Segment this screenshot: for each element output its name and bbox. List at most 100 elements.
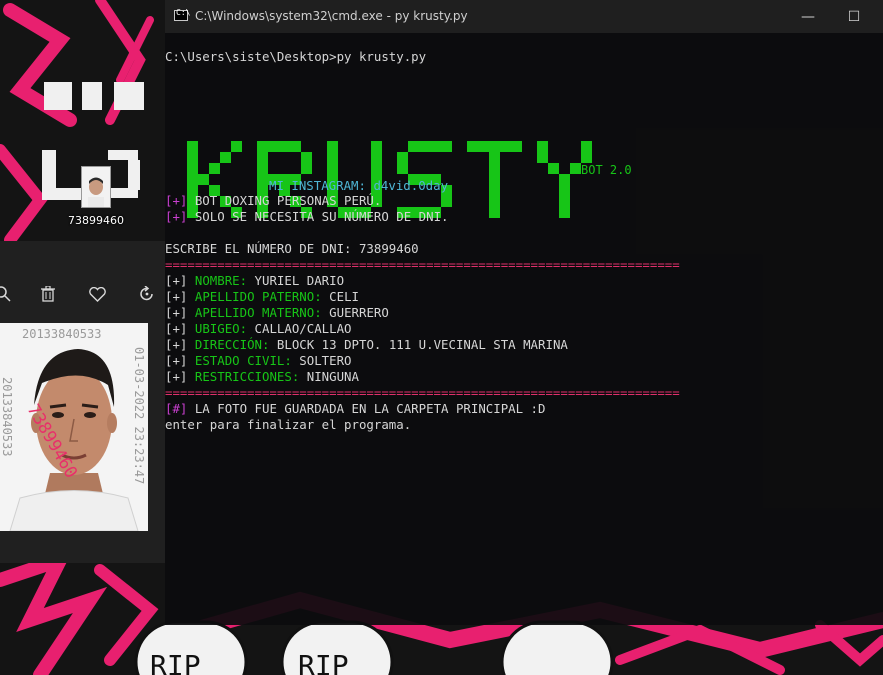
result-nombre: [+] NOMBRE: YURIEL DARIO bbox=[165, 273, 344, 289]
result-restricciones: [+] RESTRICCIONES: NINGUNA bbox=[165, 369, 359, 385]
logo-pixel bbox=[257, 152, 268, 163]
dni-photo: 20133840533 20133840533 01-03-2022 23:23… bbox=[0, 323, 148, 531]
line-tag: [+] bbox=[165, 337, 188, 352]
line-tag: [+] bbox=[165, 353, 188, 368]
logo-pixel bbox=[327, 163, 338, 174]
logo-pixel bbox=[489, 163, 500, 174]
logo-pixel bbox=[408, 141, 419, 152]
logo-pixel bbox=[371, 141, 382, 152]
result-key: RESTRICCIONES: bbox=[194, 369, 300, 384]
line-tag: [#] bbox=[165, 401, 188, 416]
line-tag: [+] bbox=[165, 321, 188, 336]
photo-viewer-window: 20133840533 20133840533 01-03-2022 23:23… bbox=[0, 241, 165, 563]
file-label: 73899460 bbox=[68, 214, 124, 227]
logo-pixel bbox=[548, 163, 559, 174]
logo-pixel bbox=[187, 152, 198, 163]
logo-pixel bbox=[187, 141, 198, 152]
result-value: NINGUNA bbox=[299, 369, 359, 384]
instagram-line: MI INSTAGRAM: d4vid.0day bbox=[269, 178, 448, 194]
logo-pixel bbox=[559, 196, 570, 207]
photo-stamp-top: 20133840533 bbox=[22, 327, 102, 341]
line-tag: [+] bbox=[165, 289, 188, 304]
logo-pixel bbox=[209, 163, 220, 174]
logo-pixel bbox=[327, 141, 338, 152]
banner-version: BOT 2.0 bbox=[581, 163, 632, 177]
title-bar[interactable]: C:\ C:\Windows\system32\cmd.exe - py kru… bbox=[165, 0, 883, 33]
zoom-icon[interactable] bbox=[0, 283, 14, 305]
rotate-icon[interactable] bbox=[136, 283, 158, 305]
result-value: YURIEL DARIO bbox=[247, 273, 345, 288]
dni-input-line: ESCRIBE EL NÚMERO DE DNI: 73899460 bbox=[165, 241, 419, 256]
favorite-icon[interactable] bbox=[86, 283, 108, 305]
line-tag: [+] bbox=[165, 209, 188, 224]
line-tag: [+] bbox=[165, 273, 188, 288]
logo-pixel bbox=[430, 141, 441, 152]
line-tag: [+] bbox=[165, 193, 188, 208]
logo-pixel bbox=[559, 185, 570, 196]
photo-stamp-left: 20133840533 bbox=[0, 377, 14, 457]
maximize-button[interactable]: ☐ bbox=[831, 0, 877, 33]
logo-pixel bbox=[559, 207, 570, 218]
window-title: C:\Windows\system32\cmd.exe - py krusty.… bbox=[195, 9, 468, 23]
result-key: APELLIDO MATERNO: bbox=[194, 305, 322, 320]
logo-pixel bbox=[231, 141, 242, 152]
file-thumbnail bbox=[81, 166, 111, 208]
minimize-button[interactable]: — bbox=[785, 0, 831, 33]
result-key: UBIGEO: bbox=[194, 321, 248, 336]
logo-pixel bbox=[301, 163, 312, 174]
instagram-label: MI INSTAGRAM: bbox=[269, 178, 366, 193]
result-direccion: [+] DIRECCIÓN: BLOCK 13 DPTO. 111 U.VECI… bbox=[165, 337, 568, 353]
logo-pixel bbox=[198, 174, 209, 185]
intro-text: SOLO SE NECESITA SU NÚMERO DE DNI. bbox=[187, 209, 449, 224]
logo-pixel bbox=[257, 141, 268, 152]
logo-pixel bbox=[397, 152, 408, 163]
logo-pixel bbox=[489, 207, 500, 218]
line-tag: [+] bbox=[165, 369, 188, 384]
logo-pixel bbox=[419, 141, 430, 152]
intro-line-2: [+] SOLO SE NECESITA SU NÚMERO DE DNI. bbox=[165, 209, 448, 225]
instagram-handle: d4vid.0day bbox=[373, 178, 449, 193]
intro-line-1: [+] BOT DOXING PERSONAS PERÚ. bbox=[165, 193, 381, 209]
logo-pixel bbox=[467, 141, 478, 152]
photo-saved-line: [#] LA FOTO FUE GUARDADA EN LA CARPETA P… bbox=[165, 401, 545, 417]
cmd-app-icon: C:\ bbox=[174, 8, 190, 21]
logo-pixel bbox=[489, 185, 500, 196]
logo-pixel bbox=[511, 141, 522, 152]
logo-pixel bbox=[489, 196, 500, 207]
photo-toolbar bbox=[0, 283, 165, 313]
logo-pixel bbox=[570, 163, 581, 174]
logo-pixel bbox=[581, 141, 592, 152]
logo-pixel bbox=[187, 163, 198, 174]
result-key: ESTADO CIVIL: bbox=[194, 353, 292, 368]
logo-pixel bbox=[500, 141, 511, 152]
result-value: GUERRERO bbox=[321, 305, 389, 320]
line-tag: [+] bbox=[165, 305, 188, 320]
result-estado-civil: [+] ESTADO CIVIL: SOLTERO bbox=[165, 353, 352, 369]
logo-pixel bbox=[559, 174, 570, 185]
logo-pixel bbox=[268, 141, 279, 152]
result-apellido-paterno: [+] APELLIDO PATERNO: CELI bbox=[165, 289, 359, 305]
logo-pixel bbox=[489, 152, 500, 163]
logo-pixel bbox=[187, 174, 198, 185]
logo-pixel bbox=[371, 152, 382, 163]
logo-pixel bbox=[537, 152, 548, 163]
photo-saved-text: LA FOTO FUE GUARDADA EN LA CARPETA PRINC… bbox=[187, 401, 546, 416]
result-key: DIRECCIÓN: bbox=[194, 337, 270, 352]
logo-pixel bbox=[489, 174, 500, 185]
cmd-window[interactable]: C:\ C:\Windows\system32\cmd.exe - py kru… bbox=[165, 0, 883, 625]
logo-pixel bbox=[220, 152, 231, 163]
logo-pixel bbox=[478, 141, 489, 152]
separator-bottom: ========================================… bbox=[165, 385, 680, 400]
logo-pixel bbox=[371, 163, 382, 174]
svg-text:RIP: RIP bbox=[298, 649, 349, 675]
result-value: SOLTERO bbox=[291, 353, 352, 368]
result-apellido-materno: [+] APELLIDO MATERNO: GUERRERO bbox=[165, 305, 389, 321]
logo-pixel bbox=[441, 196, 452, 207]
result-value: BLOCK 13 DPTO. 111 U.VECINAL STA MARINA bbox=[269, 337, 568, 352]
delete-icon[interactable] bbox=[37, 283, 59, 305]
logo-pixel bbox=[327, 152, 338, 163]
desktop-file-icon[interactable]: 73899460 bbox=[68, 166, 124, 227]
separator-top: ========================================… bbox=[165, 257, 680, 272]
logo-pixel bbox=[257, 163, 268, 174]
command-prompt: C:\Users\siste\Desktop>py krusty.py bbox=[165, 49, 427, 64]
